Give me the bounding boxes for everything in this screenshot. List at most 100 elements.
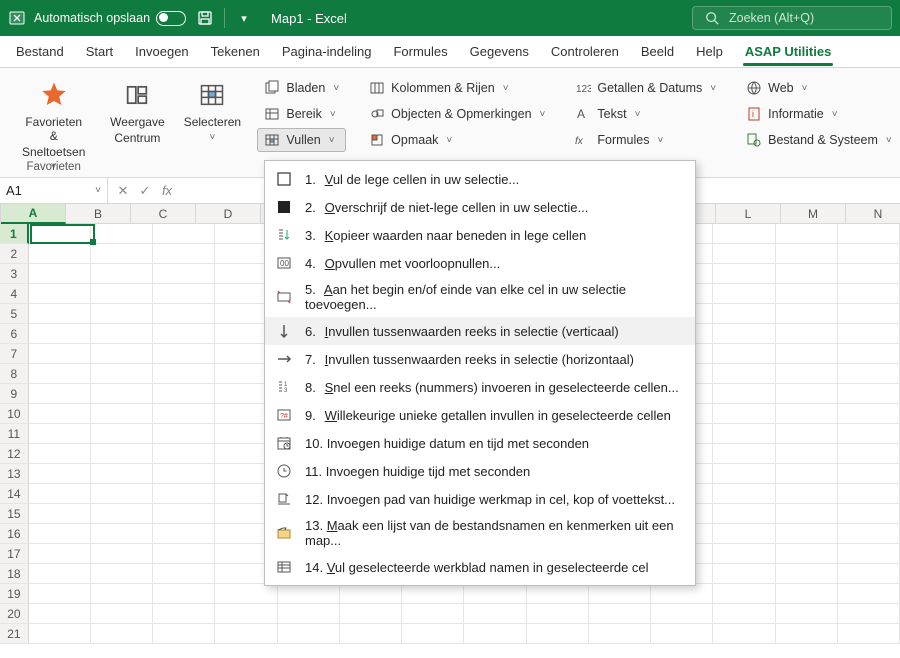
cell[interactable] bbox=[838, 464, 900, 484]
tab-formules[interactable]: Formules bbox=[383, 38, 457, 65]
cell[interactable] bbox=[29, 264, 91, 284]
row-header[interactable]: 2 bbox=[0, 244, 29, 264]
confirm-icon[interactable]: ✓ bbox=[136, 183, 154, 199]
cell[interactable] bbox=[402, 584, 464, 604]
menu-item-13[interactable]: 13. Maak een lijst van de bestandsnamen … bbox=[265, 513, 695, 553]
menu-item-11[interactable]: 11. Invoegen huidige tijd met seconden bbox=[265, 457, 695, 485]
cell[interactable] bbox=[340, 584, 402, 604]
tab-pagina-indeling[interactable]: Pagina-indeling bbox=[272, 38, 382, 65]
cell[interactable] bbox=[153, 464, 215, 484]
cell[interactable] bbox=[29, 524, 91, 544]
cell[interactable] bbox=[776, 304, 838, 324]
row-header[interactable]: 12 bbox=[0, 444, 29, 464]
cell[interactable] bbox=[91, 284, 153, 304]
column-header[interactable]: M bbox=[781, 204, 846, 223]
tab-help[interactable]: Help bbox=[686, 38, 733, 65]
cell[interactable] bbox=[776, 284, 838, 304]
cell[interactable] bbox=[713, 244, 775, 264]
row-header[interactable]: 20 bbox=[0, 604, 29, 624]
row-header[interactable]: 17 bbox=[0, 544, 29, 564]
column-header[interactable]: L bbox=[716, 204, 781, 223]
menu-item-1[interactable]: 1. Vul de lege cellen in uw selectie... bbox=[265, 165, 695, 193]
cell[interactable] bbox=[91, 264, 153, 284]
menu-item-6[interactable]: 6. Invullen tussenwaarden reeks in selec… bbox=[265, 317, 695, 345]
cell[interactable] bbox=[776, 624, 838, 644]
tab-tekenen[interactable]: Tekenen bbox=[201, 38, 270, 65]
cell[interactable] bbox=[838, 504, 900, 524]
cell[interactable] bbox=[29, 544, 91, 564]
cell[interactable] bbox=[527, 584, 589, 604]
row-header[interactable]: 15 bbox=[0, 504, 29, 524]
cell[interactable] bbox=[589, 604, 651, 624]
cell[interactable] bbox=[91, 604, 153, 624]
row-header[interactable]: 19 bbox=[0, 584, 29, 604]
cell[interactable] bbox=[776, 524, 838, 544]
cell[interactable] bbox=[153, 544, 215, 564]
cell[interactable] bbox=[776, 324, 838, 344]
cell[interactable] bbox=[29, 584, 91, 604]
web-button[interactable]: Web˅ bbox=[739, 76, 899, 100]
cell[interactable] bbox=[29, 364, 91, 384]
column-header[interactable]: C bbox=[131, 204, 196, 223]
cell[interactable] bbox=[713, 384, 775, 404]
tab-beeld[interactable]: Beeld bbox=[631, 38, 684, 65]
cell[interactable] bbox=[713, 464, 775, 484]
cell[interactable] bbox=[713, 224, 775, 244]
menu-item-7[interactable]: 7. Invullen tussenwaarden reeks in selec… bbox=[265, 345, 695, 373]
cell[interactable] bbox=[29, 604, 91, 624]
cell[interactable] bbox=[29, 244, 91, 264]
cell[interactable] bbox=[713, 544, 775, 564]
cell[interactable] bbox=[838, 564, 900, 584]
cell[interactable] bbox=[29, 484, 91, 504]
cell[interactable] bbox=[838, 444, 900, 464]
cell[interactable] bbox=[91, 524, 153, 544]
cell[interactable] bbox=[464, 624, 526, 644]
cell[interactable] bbox=[838, 524, 900, 544]
cell[interactable] bbox=[91, 544, 153, 564]
menu-item-9[interactable]: ?#9. Willekeurige unieke getallen invull… bbox=[265, 401, 695, 429]
cell[interactable] bbox=[29, 464, 91, 484]
cell[interactable] bbox=[29, 224, 91, 244]
bereik-button[interactable]: Bereik˅ bbox=[257, 102, 346, 126]
cell[interactable] bbox=[713, 284, 775, 304]
cell[interactable] bbox=[776, 244, 838, 264]
cell[interactable] bbox=[838, 584, 900, 604]
cell[interactable] bbox=[153, 424, 215, 444]
cell[interactable] bbox=[278, 604, 340, 624]
search-box[interactable]: Zoeken (Alt+Q) bbox=[692, 6, 892, 30]
cell[interactable] bbox=[153, 624, 215, 644]
cell[interactable] bbox=[91, 324, 153, 344]
name-box[interactable]: A1 ˅ bbox=[0, 178, 108, 203]
cell[interactable] bbox=[776, 364, 838, 384]
autosave-toggle[interactable]: Automatisch opslaan bbox=[34, 11, 186, 26]
cell[interactable] bbox=[713, 624, 775, 644]
qat-customize-icon[interactable]: ▾ bbox=[233, 7, 255, 29]
cell[interactable] bbox=[153, 244, 215, 264]
cell[interactable] bbox=[91, 244, 153, 264]
cell[interactable] bbox=[776, 464, 838, 484]
fx-icon[interactable]: fx bbox=[158, 183, 176, 198]
cell[interactable] bbox=[838, 384, 900, 404]
row-header[interactable]: 13 bbox=[0, 464, 29, 484]
cell[interactable] bbox=[776, 344, 838, 364]
cell[interactable] bbox=[153, 384, 215, 404]
cell[interactable] bbox=[651, 604, 713, 624]
cell[interactable] bbox=[776, 604, 838, 624]
cell[interactable] bbox=[215, 584, 277, 604]
row-header[interactable]: 1 bbox=[0, 224, 29, 244]
row-header[interactable]: 6 bbox=[0, 324, 29, 344]
row-header[interactable]: 14 bbox=[0, 484, 29, 504]
cell[interactable] bbox=[29, 304, 91, 324]
cell[interactable] bbox=[29, 424, 91, 444]
cell[interactable] bbox=[153, 444, 215, 464]
row-header[interactable]: 9 bbox=[0, 384, 29, 404]
cell[interactable] bbox=[776, 224, 838, 244]
cell[interactable] bbox=[215, 604, 277, 624]
tekst-button[interactable]: A Tekst˅ bbox=[568, 102, 723, 126]
cell[interactable] bbox=[527, 624, 589, 644]
cell[interactable] bbox=[776, 264, 838, 284]
cell[interactable] bbox=[91, 564, 153, 584]
menu-item-10[interactable]: 10. Invoegen huidige datum en tijd met s… bbox=[265, 429, 695, 457]
formules-button[interactable]: fx Formules˅ bbox=[568, 128, 723, 152]
column-header[interactable]: A bbox=[1, 204, 66, 224]
